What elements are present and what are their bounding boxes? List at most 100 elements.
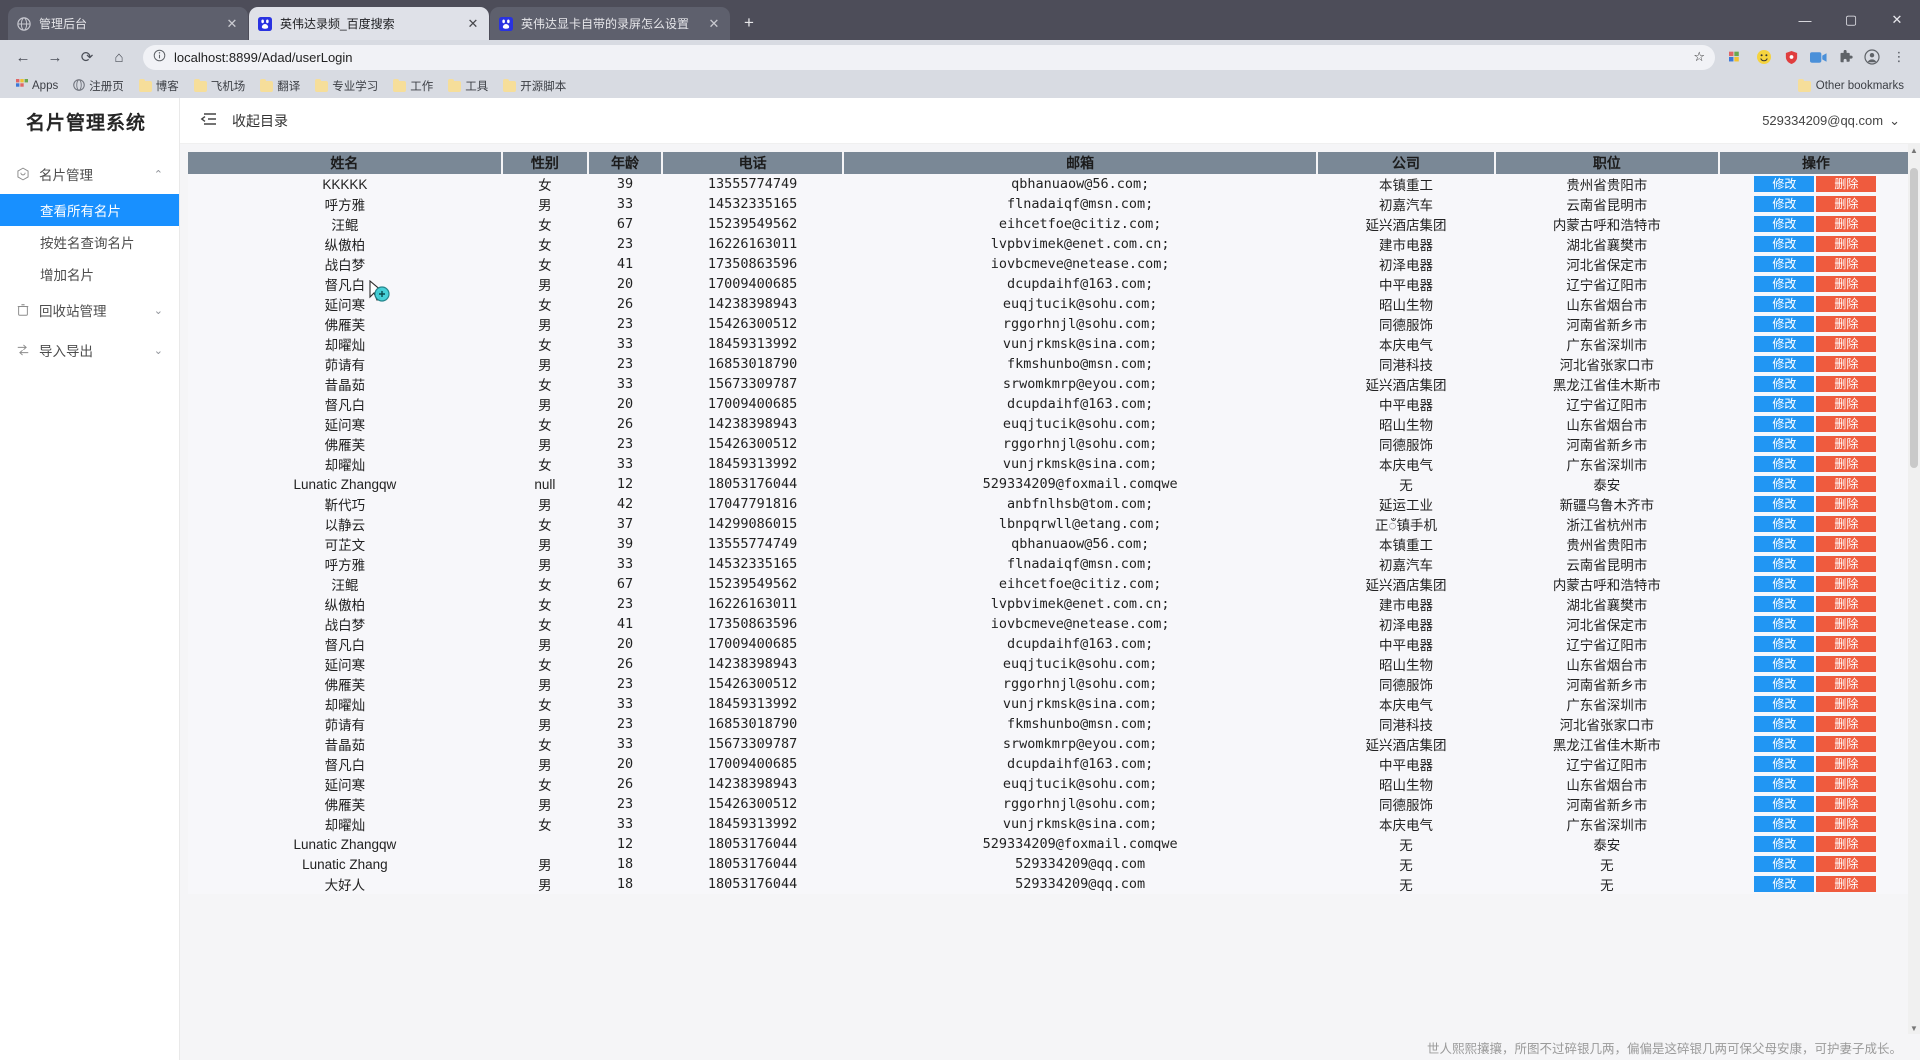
delete-button[interactable]: 删除 bbox=[1816, 456, 1877, 472]
delete-button[interactable]: 删除 bbox=[1816, 396, 1877, 412]
video-icon[interactable] bbox=[1806, 45, 1830, 69]
delete-button[interactable]: 删除 bbox=[1816, 276, 1877, 292]
edit-button[interactable]: 修改 bbox=[1754, 736, 1815, 752]
edit-button[interactable]: 修改 bbox=[1754, 496, 1815, 512]
delete-button[interactable]: 删除 bbox=[1816, 336, 1877, 352]
edit-button[interactable]: 修改 bbox=[1754, 316, 1815, 332]
delete-button[interactable]: 删除 bbox=[1816, 236, 1877, 252]
bookmark-item-2[interactable]: 飞机场 bbox=[188, 76, 252, 96]
delete-button[interactable]: 删除 bbox=[1816, 796, 1877, 812]
delete-button[interactable]: 删除 bbox=[1816, 256, 1877, 272]
delete-button[interactable]: 删除 bbox=[1816, 316, 1877, 332]
edit-button[interactable]: 修改 bbox=[1754, 516, 1815, 532]
address-bar[interactable]: localhost:8899/Adad/userLogin ☆ bbox=[143, 44, 1715, 70]
delete-button[interactable]: 删除 bbox=[1816, 776, 1877, 792]
edit-button[interactable]: 修改 bbox=[1754, 576, 1815, 592]
sidebar-group-recycle-bin[interactable]: 回收站管理 ⌄ bbox=[0, 290, 179, 330]
edit-button[interactable]: 修改 bbox=[1754, 816, 1815, 832]
window-close-button[interactable]: ✕ bbox=[1874, 0, 1920, 40]
edit-button[interactable]: 修改 bbox=[1754, 216, 1815, 232]
menu-fold-icon[interactable] bbox=[200, 111, 218, 130]
edit-button[interactable]: 修改 bbox=[1754, 416, 1815, 432]
bookmark-item-7[interactable]: 开源脚本 bbox=[497, 76, 572, 96]
edit-button[interactable]: 修改 bbox=[1754, 236, 1815, 252]
delete-button[interactable]: 删除 bbox=[1816, 676, 1877, 692]
bookmark-item-3[interactable]: 翻译 bbox=[254, 76, 306, 96]
delete-button[interactable]: 删除 bbox=[1816, 636, 1877, 652]
browser-tab-2[interactable]: 英伟达显卡自带的录屏怎么设置 ✕ bbox=[490, 7, 730, 40]
delete-button[interactable]: 删除 bbox=[1816, 876, 1877, 892]
edit-button[interactable]: 修改 bbox=[1754, 756, 1815, 772]
edit-button[interactable]: 修改 bbox=[1754, 276, 1815, 292]
delete-button[interactable]: 删除 bbox=[1816, 656, 1877, 672]
sidebar-group-card-management[interactable]: 名片管理 ⌃ bbox=[0, 154, 179, 194]
edit-button[interactable]: 修改 bbox=[1754, 876, 1815, 892]
column-header-actions[interactable]: 操作 bbox=[1718, 152, 1912, 174]
browser-tab-0[interactable]: 管理后台 ✕ bbox=[8, 7, 248, 40]
delete-button[interactable]: 删除 bbox=[1816, 216, 1877, 232]
column-header-company[interactable]: 公司 bbox=[1317, 152, 1496, 174]
other-bookmarks-button[interactable]: Other bookmarks bbox=[1792, 78, 1910, 94]
scrollbar-thumb[interactable] bbox=[1910, 168, 1918, 468]
delete-button[interactable]: 删除 bbox=[1816, 536, 1877, 552]
delete-button[interactable]: 删除 bbox=[1816, 556, 1877, 572]
edit-button[interactable]: 修改 bbox=[1754, 656, 1815, 672]
edit-button[interactable]: 修改 bbox=[1754, 556, 1815, 572]
delete-button[interactable]: 删除 bbox=[1816, 736, 1877, 752]
maximize-button[interactable]: ▢ bbox=[1828, 0, 1874, 40]
forward-button[interactable]: → bbox=[41, 43, 69, 71]
edit-button[interactable]: 修改 bbox=[1754, 796, 1815, 812]
close-icon[interactable]: ✕ bbox=[706, 16, 722, 32]
browser-menu-icon[interactable]: ⋮ bbox=[1887, 45, 1911, 69]
column-header-age[interactable]: 年龄 bbox=[587, 152, 664, 174]
delete-button[interactable]: 删除 bbox=[1816, 836, 1877, 852]
edit-button[interactable]: 修改 bbox=[1754, 196, 1815, 212]
delete-button[interactable]: 删除 bbox=[1816, 376, 1877, 392]
edit-button[interactable]: 修改 bbox=[1754, 436, 1815, 452]
edit-button[interactable]: 修改 bbox=[1754, 596, 1815, 612]
delete-button[interactable]: 删除 bbox=[1816, 856, 1877, 872]
edit-button[interactable]: 修改 bbox=[1754, 856, 1815, 872]
edit-button[interactable]: 修改 bbox=[1754, 376, 1815, 392]
scroll-down-icon[interactable]: ▼ bbox=[1908, 1022, 1920, 1034]
profile-icon[interactable] bbox=[1860, 45, 1884, 69]
sidebar-item-add-card[interactable]: 增加名片 bbox=[0, 258, 179, 290]
delete-button[interactable]: 删除 bbox=[1816, 616, 1877, 632]
edit-button[interactable]: 修改 bbox=[1754, 536, 1815, 552]
edit-button[interactable]: 修改 bbox=[1754, 776, 1815, 792]
user-account-menu[interactable]: 529334209@qq.com ⌄ bbox=[1762, 113, 1900, 129]
delete-button[interactable]: 删除 bbox=[1816, 356, 1877, 372]
delete-button[interactable]: 删除 bbox=[1816, 496, 1877, 512]
edit-button[interactable]: 修改 bbox=[1754, 616, 1815, 632]
sidebar-group-import-export[interactable]: 导入导出 ⌄ bbox=[0, 330, 179, 370]
info-icon[interactable] bbox=[153, 49, 166, 65]
bookmark-item-6[interactable]: 工具 bbox=[442, 76, 494, 96]
sidebar-item-view-all-cards[interactable]: 查看所有名片 bbox=[0, 194, 179, 226]
puzzle-icon[interactable] bbox=[1833, 45, 1857, 69]
edit-button[interactable]: 修改 bbox=[1754, 356, 1815, 372]
bookmark-star-icon[interactable]: ☆ bbox=[1693, 49, 1705, 65]
bookmark-item-1[interactable]: 博客 bbox=[133, 76, 185, 96]
bookmark-apps[interactable]: Apps bbox=[10, 77, 64, 96]
delete-button[interactable]: 删除 bbox=[1816, 196, 1877, 212]
column-header-position[interactable]: 职位 bbox=[1494, 152, 1720, 174]
collapse-directory-label[interactable]: 收起目录 bbox=[232, 111, 288, 131]
delete-button[interactable]: 删除 bbox=[1816, 756, 1877, 772]
bookmark-item-4[interactable]: 专业学习 bbox=[309, 76, 384, 96]
reload-button[interactable]: ⟳ bbox=[73, 43, 101, 71]
close-icon[interactable]: ✕ bbox=[224, 16, 240, 32]
new-tab-button[interactable]: + bbox=[735, 9, 763, 37]
delete-button[interactable]: 删除 bbox=[1816, 816, 1877, 832]
delete-button[interactable]: 删除 bbox=[1816, 416, 1877, 432]
column-header-gender[interactable]: 性别 bbox=[501, 152, 589, 174]
edit-button[interactable]: 修改 bbox=[1754, 696, 1815, 712]
edit-button[interactable]: 修改 bbox=[1754, 256, 1815, 272]
delete-button[interactable]: 删除 bbox=[1816, 596, 1877, 612]
edit-button[interactable]: 修改 bbox=[1754, 336, 1815, 352]
delete-button[interactable]: 删除 bbox=[1816, 176, 1877, 192]
scroll-up-icon[interactable]: ▲ bbox=[1908, 144, 1920, 156]
extension-icon[interactable] bbox=[1725, 45, 1749, 69]
column-header-email[interactable]: 邮箱 bbox=[843, 152, 1319, 174]
edit-button[interactable]: 修改 bbox=[1754, 836, 1815, 852]
minimize-button[interactable]: — bbox=[1782, 0, 1828, 40]
